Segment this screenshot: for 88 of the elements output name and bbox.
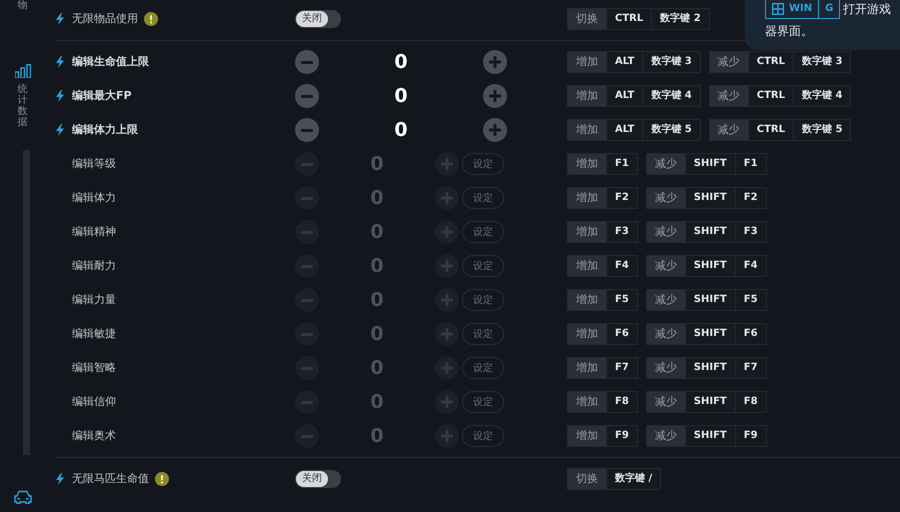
plus-icon — [441, 396, 453, 408]
option-label: 编辑最大FP — [72, 88, 132, 104]
tooltip-text: 器界面。 — [765, 22, 814, 40]
minus-button[interactable] — [295, 50, 319, 74]
hotkey-action: 减少 — [646, 256, 685, 276]
minus-button[interactable] — [295, 118, 319, 142]
key-cap: ALT — [606, 120, 642, 140]
car-icon[interactable] — [14, 490, 32, 504]
value-text: 0 — [369, 390, 385, 415]
hotkey-action: 减少 — [646, 324, 685, 344]
hotkey-action: 减少 — [710, 52, 748, 72]
value-text: 0 — [369, 186, 385, 211]
hotkey-action: 增加 — [568, 392, 606, 412]
plus-icon — [489, 56, 501, 68]
hotkey-action: 减少 — [710, 86, 748, 106]
option-label: 编辑体力 — [72, 190, 116, 206]
value-text: 0 — [369, 322, 385, 347]
hotkey-action: 减少 — [646, 290, 685, 310]
option-label: 编辑力量 — [72, 292, 116, 308]
plus-icon — [441, 158, 453, 170]
hotkey-action: 增加 — [568, 426, 606, 446]
option-label: 编辑等级 — [72, 156, 116, 172]
value-text: 0 — [369, 424, 385, 449]
option-label: 编辑智略 — [72, 360, 116, 376]
key-cap: ALT — [606, 52, 642, 72]
value-text: 0 — [393, 84, 409, 109]
plus-icon — [441, 430, 453, 442]
plus-icon — [489, 90, 501, 102]
toggle-switch[interactable]: 关闭 — [295, 10, 341, 28]
hotkey-action: 增加 — [568, 154, 606, 174]
hotkey-action: 切换 — [568, 469, 606, 489]
hotkey-action: 增加 — [568, 188, 606, 208]
hotkey-action: 增加 — [568, 222, 606, 242]
warning-icon[interactable] — [144, 12, 158, 26]
plus-icon — [441, 226, 453, 238]
stats-icon[interactable] — [14, 64, 30, 78]
hotkey-action: 减少 — [646, 426, 685, 446]
hotkey-action: 增加 — [568, 86, 606, 106]
minus-button[interactable] — [295, 84, 319, 108]
minus-icon — [301, 128, 313, 132]
hotkey-action: 减少 — [710, 120, 748, 140]
plus-icon — [441, 260, 453, 272]
plus-button[interactable] — [483, 84, 507, 108]
option-label: 编辑体力上限 — [72, 122, 138, 138]
minus-icon — [301, 94, 313, 98]
option-label: 无限马匹生命值 — [72, 470, 149, 487]
value-text: 0 — [369, 220, 385, 245]
hotkey-action: 增加 — [568, 358, 606, 378]
hotkey-action: 减少 — [646, 358, 685, 378]
key-cap: ALT — [606, 86, 642, 106]
option-label: 无限物品使用 — [72, 10, 138, 27]
option-label: 编辑生命值上限 — [72, 54, 149, 70]
hotkey-action: 增加 — [568, 324, 606, 344]
option-label: 编辑信仰 — [72, 394, 116, 410]
minus-icon — [301, 60, 313, 64]
plus-icon — [441, 294, 453, 306]
option-label: 编辑耐力 — [72, 258, 116, 274]
warning-icon[interactable] — [155, 472, 169, 486]
plus-icon — [441, 362, 453, 374]
sidebar-label[interactable]: 统计数据 — [18, 84, 28, 128]
hotkey-action: 切换 — [568, 9, 606, 29]
value-text: 0 — [369, 356, 385, 381]
plus-icon — [441, 328, 453, 340]
value-text: 0 — [369, 288, 385, 313]
key-cap: WIN — [766, 0, 818, 18]
hotkey-action: 减少 — [646, 222, 685, 242]
value-text: 0 — [393, 50, 409, 75]
value-text: 0 — [369, 254, 385, 279]
plus-icon — [441, 192, 453, 204]
sidebar-label[interactable]: 物 — [18, 0, 28, 11]
toggle-switch[interactable]: 关闭 — [295, 470, 341, 488]
hotkey-action: 减少 — [646, 154, 685, 174]
tooltip-text: 打开游戏 — [843, 1, 892, 18]
option-label: 编辑敏捷 — [72, 326, 116, 342]
value-text: 0 — [393, 118, 409, 143]
hotkey-action: 增加 — [568, 120, 606, 140]
option-label: 编辑精神 — [72, 224, 116, 240]
hotkey-action: 减少 — [646, 188, 685, 208]
plus-button[interactable] — [483, 50, 507, 74]
hotkey-action: 增加 — [568, 256, 606, 276]
hotkey-action: 增加 — [568, 52, 606, 72]
plus-button[interactable] — [483, 118, 507, 142]
hotkey-action: 减少 — [646, 392, 685, 412]
hotkey-action: 增加 — [568, 290, 606, 310]
value-text: 0 — [369, 152, 385, 177]
plus-icon — [489, 124, 501, 136]
key-cap: G — [818, 0, 840, 18]
option-label: 编辑奥术 — [72, 428, 116, 444]
